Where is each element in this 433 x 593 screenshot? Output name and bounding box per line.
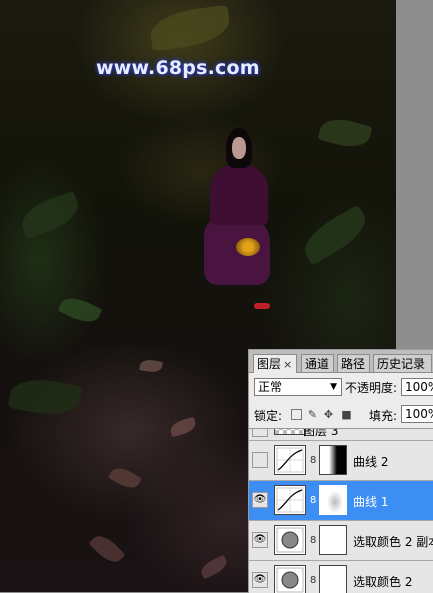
panel-tabbar: 图层 × 通道 路径 历史记录 bbox=[249, 350, 433, 373]
layer-mask-thumbnail[interactable] bbox=[319, 525, 347, 555]
watermark: www.68ps.com bbox=[96, 57, 260, 79]
dry-leaves bbox=[88, 530, 126, 568]
foliage bbox=[147, 4, 233, 52]
tab-layers[interactable]: 图层 × bbox=[253, 354, 297, 373]
tab-history[interactable]: 历史记录 bbox=[373, 354, 432, 372]
chain-link-icon[interactable]: 8 bbox=[310, 575, 316, 586]
layer-row[interactable]: 👁 8 选取颜色 2 bbox=[249, 561, 433, 593]
blend-mode-select[interactable]: 正常 ▼ bbox=[254, 378, 342, 396]
flower-bouquet bbox=[236, 238, 260, 256]
tab-label: 图层 bbox=[257, 357, 282, 371]
tab-label: 历史记录 bbox=[377, 357, 426, 371]
visibility-toggle[interactable] bbox=[252, 429, 268, 437]
tab-label: 路径 bbox=[341, 357, 366, 371]
opacity-input[interactable]: 100% bbox=[401, 378, 433, 396]
tab-paths[interactable]: 路径 bbox=[337, 354, 370, 372]
foliage bbox=[57, 292, 103, 328]
foliage bbox=[317, 113, 373, 153]
foliage bbox=[16, 190, 84, 240]
lock-all-icon[interactable]: ■ bbox=[341, 409, 352, 420]
layer-thumbnail bbox=[274, 429, 306, 435]
layer-row[interactable]: 👁 8 选取颜色 2 副本 bbox=[249, 521, 433, 561]
layer-row[interactable]: 图层 3 bbox=[249, 429, 433, 441]
chain-link-icon[interactable]: 8 bbox=[310, 535, 316, 546]
selective-color-adjustment-icon bbox=[274, 525, 306, 555]
layer-list: 图层 3 8 曲线 2 👁 8 曲线 1 👁 8 选取颜色 2 副本 👁 8 选… bbox=[249, 429, 433, 593]
layer-row[interactable]: 8 曲线 2 bbox=[249, 441, 433, 481]
woman-torso bbox=[210, 165, 268, 225]
layer-mask-thumbnail[interactable] bbox=[319, 445, 347, 475]
woman-face bbox=[232, 137, 246, 159]
layer-name: 图层 3 bbox=[303, 429, 339, 438]
close-icon[interactable]: × bbox=[283, 358, 292, 371]
layer-name: 曲线 1 bbox=[353, 495, 389, 509]
chain-link-icon[interactable]: 8 bbox=[310, 455, 316, 466]
layer-name: 选取颜色 2 bbox=[353, 575, 413, 589]
blend-mode-value: 正常 bbox=[258, 380, 283, 394]
eye-icon[interactable]: 👁 bbox=[252, 572, 268, 588]
opacity-label: 不透明度: bbox=[345, 381, 398, 395]
curves-adjustment-icon bbox=[274, 445, 306, 475]
dry-leaves bbox=[139, 358, 163, 374]
lock-move-icon[interactable]: ✥ bbox=[323, 409, 334, 420]
tab-channels[interactable]: 通道 bbox=[301, 354, 334, 372]
layer-mask-thumbnail[interactable] bbox=[319, 485, 347, 515]
foliage bbox=[7, 374, 83, 420]
blend-row: 正常 ▼ 不透明度: 100% bbox=[249, 373, 433, 401]
lock-paint-icon[interactable]: ✎ bbox=[307, 409, 318, 420]
eye-icon[interactable]: 👁 bbox=[252, 532, 268, 548]
layer-row[interactable]: 👁 8 曲线 1 bbox=[249, 481, 433, 521]
foliage bbox=[297, 204, 373, 266]
dry-leaves bbox=[108, 463, 142, 493]
dry-leaves bbox=[168, 416, 198, 438]
selective-color-adjustment-icon bbox=[274, 565, 306, 593]
fill-label: 填充: bbox=[369, 409, 398, 423]
layer-name: 曲线 2 bbox=[353, 455, 389, 469]
tab-label: 通道 bbox=[305, 357, 330, 371]
lock-label: 锁定: bbox=[254, 409, 283, 423]
fill-input[interactable]: 100% bbox=[401, 405, 433, 423]
layer-name: 选取颜色 2 副本 bbox=[353, 535, 433, 549]
eye-icon[interactable]: 👁 bbox=[252, 492, 268, 508]
lock-transparent-icon[interactable] bbox=[291, 409, 302, 420]
chevron-down-icon: ▼ bbox=[330, 382, 337, 392]
red-shoe bbox=[254, 303, 270, 309]
lock-row: 锁定: ✎ ✥ ■ 填充: 100% bbox=[249, 401, 433, 429]
chain-link-icon[interactable]: 8 bbox=[310, 495, 316, 506]
visibility-toggle[interactable] bbox=[252, 452, 268, 468]
dry-leaves bbox=[198, 554, 230, 580]
layer-mask-thumbnail[interactable] bbox=[319, 565, 347, 593]
curves-adjustment-icon bbox=[274, 485, 306, 515]
layers-panel: 图层× 通道 路径 历史记录 正常 ▼ 不透明度: 100% 锁定: ✎ ✥ ■… bbox=[248, 349, 433, 593]
